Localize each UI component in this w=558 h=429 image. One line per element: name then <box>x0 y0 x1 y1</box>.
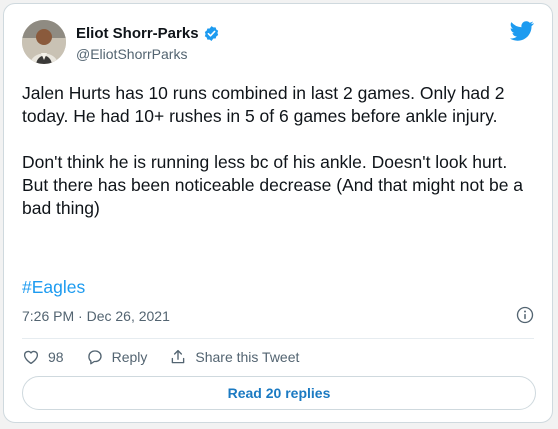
speech-bubble-icon <box>87 350 102 365</box>
reply-label: Reply <box>111 349 148 365</box>
hashtag-link[interactable]: #Eagles <box>22 276 85 299</box>
twitter-bird-icon[interactable] <box>510 21 534 41</box>
reply-button[interactable]: Reply <box>86 348 148 366</box>
author-handle[interactable]: @EliotShorrParks <box>76 46 187 62</box>
share-button[interactable]: Share this Tweet <box>169 348 299 366</box>
info-icon[interactable] <box>516 306 534 324</box>
author-name-row: Eliot Shorr-Parks <box>76 25 220 42</box>
divider <box>22 338 534 339</box>
tweet-card: Eliot Shorr-Parks @EliotShorrParks Jalen… <box>3 3 553 423</box>
tweet-paragraph: Don't think he is running less bc of his… <box>22 152 524 218</box>
timestamp-separator: · <box>78 308 87 324</box>
share-label: Share this Tweet <box>195 349 300 365</box>
tweet-text: Jalen Hurts has 10 runs combined in last… <box>22 82 527 220</box>
tweet-paragraph: Jalen Hurts has 10 runs combined in last… <box>22 83 505 126</box>
avatar[interactable] <box>22 20 66 64</box>
author-name[interactable]: Eliot Shorr-Parks <box>76 25 199 42</box>
tweet-date: Dec 26, 2021 <box>86 308 170 324</box>
like-count: 98 <box>48 349 64 365</box>
read-replies-button[interactable]: Read 20 replies <box>22 376 536 410</box>
heart-icon <box>23 350 39 365</box>
tweet-timestamp[interactable]: 7:26 PM · Dec 26, 2021 <box>22 308 170 324</box>
verified-badge-icon <box>204 26 218 41</box>
tweet-time: 7:26 PM <box>22 308 75 324</box>
like-button[interactable]: 98 <box>22 348 64 366</box>
action-bar: 98 Reply Share this Tweet <box>22 348 321 366</box>
share-upload-icon <box>172 349 185 364</box>
